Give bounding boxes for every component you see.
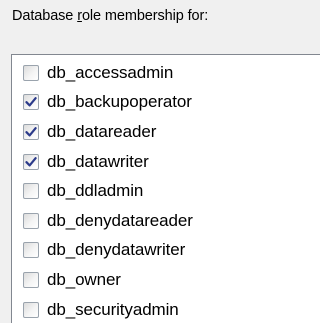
role-checkbox[interactable]	[23, 301, 39, 318]
role-checkbox[interactable]	[23, 212, 39, 229]
check-mark-icon	[25, 127, 37, 137]
role-item-label: db_ddladmin	[47, 181, 144, 201]
role-item-db-denydatareader[interactable]: db_denydatareader	[12, 206, 193, 236]
role-checkbox[interactable]	[23, 153, 39, 170]
role-list: db_accessadmin db_backupoperator db_datare…	[12, 58, 193, 323]
role-checkbox[interactable]	[23, 94, 39, 111]
role-item-label: db_datareader	[47, 121, 157, 141]
role-item-db-datawriter[interactable]: db_datawriter	[12, 147, 193, 177]
role-checkbox[interactable]	[23, 271, 39, 288]
role-item-label: db_backupoperator	[47, 92, 192, 112]
role-item-db-backupoperator[interactable]: db_backupoperator	[12, 88, 193, 118]
role-checkbox[interactable]	[23, 64, 39, 81]
role-item-label: db_accessadmin	[47, 62, 174, 82]
role-checkbox[interactable]	[23, 183, 39, 200]
role-item-label: db_owner	[47, 269, 121, 289]
role-item-db-denydatawriter[interactable]: db_denydatawriter	[12, 236, 193, 266]
check-mark-icon	[25, 156, 37, 167]
role-item-label: db_denydatareader	[47, 210, 193, 230]
label-text-start: Database	[12, 8, 78, 24]
role-checklist[interactable]: db_accessadmin db_backupoperator db_datare…	[11, 54, 320, 323]
role-item-label: db_datawriter	[47, 151, 149, 171]
role-item-db-owner[interactable]: db_owner	[12, 265, 193, 295]
role-item-db-ddladmin[interactable]: db_ddladmin	[12, 176, 193, 206]
role-checkbox[interactable]	[23, 242, 39, 259]
role-item-db-securityadmin[interactable]: db_securityadmin	[12, 295, 193, 323]
label-text-end: ole membership for:	[81, 8, 209, 24]
role-item-db-datareader[interactable]: db_datareader	[12, 117, 193, 147]
role-item-label: db_securityadmin	[47, 299, 179, 319]
role-item-db-accessadmin[interactable]: db_accessadmin	[12, 58, 193, 88]
role-membership-panel: Database role membership for: db_accessa…	[0, 0, 320, 323]
role-membership-label: Database role membership for:	[12, 8, 208, 24]
role-item-label: db_denydatawriter	[47, 240, 186, 260]
role-checkbox[interactable]	[23, 123, 39, 140]
check-mark-icon	[25, 97, 37, 107]
